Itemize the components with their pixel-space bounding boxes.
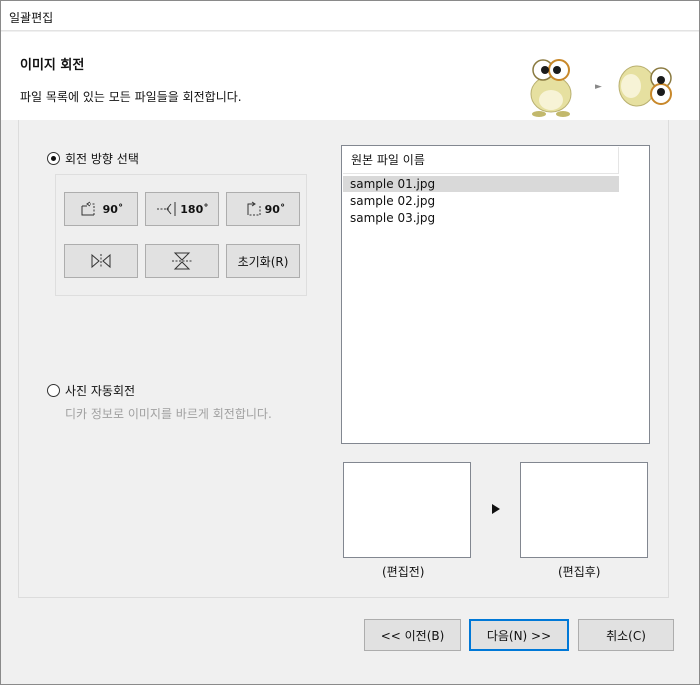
back-button[interactable]: << 이전(B) xyxy=(364,619,461,651)
rotate-left-90-label: 90˚ xyxy=(102,202,124,216)
rotate-180-button[interactable]: 180˚ xyxy=(145,192,219,226)
rotate-direction-radio[interactable] xyxy=(47,152,60,165)
next-button[interactable]: 다음(N) >> xyxy=(469,619,569,651)
cancel-button[interactable]: 취소(C) xyxy=(578,619,674,651)
rotate-right-icon xyxy=(247,201,261,216)
rotate-direction-label: 회전 방향 선택 xyxy=(65,152,139,166)
preview-after xyxy=(520,462,648,558)
preview-before xyxy=(343,462,471,558)
title-bar: 일괄편집 xyxy=(1,1,699,31)
flip-vertical-button[interactable] xyxy=(145,244,219,278)
mascot-rotated-icon xyxy=(618,65,672,107)
transition-arrow-icon: ► xyxy=(595,82,602,92)
file-list[interactable]: 원본 파일 이름 sample 01.jpg sample 02.jpg sam… xyxy=(341,145,650,444)
auto-rotate-radio[interactable] xyxy=(47,384,60,397)
file-list-item[interactable]: sample 01.jpg xyxy=(343,176,619,192)
rotate-right-90-label: 90˚ xyxy=(264,202,286,216)
preview-before-label: (편집전) xyxy=(382,565,425,579)
mascot-icon xyxy=(530,59,572,117)
flip-horizontal-icon xyxy=(91,253,111,269)
window-title: 일괄편집 xyxy=(9,11,54,25)
file-list-item[interactable]: sample 03.jpg xyxy=(343,210,619,226)
rotate-left-icon xyxy=(81,201,95,216)
rotate-right-90-button[interactable]: 90˚ xyxy=(226,192,300,226)
file-list-column-header[interactable]: 원본 파일 이름 xyxy=(343,147,619,174)
flip-vertical-icon xyxy=(172,252,192,270)
preview-after-label: (편집후) xyxy=(558,565,601,579)
rotate-direction-option[interactable]: 회전 방향 선택 xyxy=(47,150,139,167)
auto-rotate-description: 디카 정보로 이미지를 바르게 회전합니다. xyxy=(65,407,272,421)
rotate-180-label: 180˚ xyxy=(180,202,209,216)
reset-button[interactable]: 초기화(R) xyxy=(226,244,300,278)
step-description: 파일 목록에 있는 모든 파일들을 회전합니다. xyxy=(20,90,242,104)
flip-horizontal-button[interactable] xyxy=(64,244,138,278)
auto-rotate-option[interactable]: 사진 자동회전 xyxy=(47,382,135,399)
dialog-window: 일괄편집 이미지 회전 파일 목록에 있는 모든 파일들을 회전합니다. ► 회… xyxy=(0,0,700,685)
step-title: 이미지 회전 xyxy=(20,58,85,73)
file-list-item[interactable]: sample 02.jpg xyxy=(343,193,619,209)
wizard-header: 이미지 회전 파일 목록에 있는 모든 파일들을 회전합니다. ► xyxy=(1,32,699,120)
rotate-180-icon xyxy=(157,202,176,216)
auto-rotate-label: 사진 자동회전 xyxy=(65,384,136,398)
preview-arrow-icon xyxy=(492,504,500,514)
rotate-left-90-button[interactable]: 90˚ xyxy=(64,192,138,226)
